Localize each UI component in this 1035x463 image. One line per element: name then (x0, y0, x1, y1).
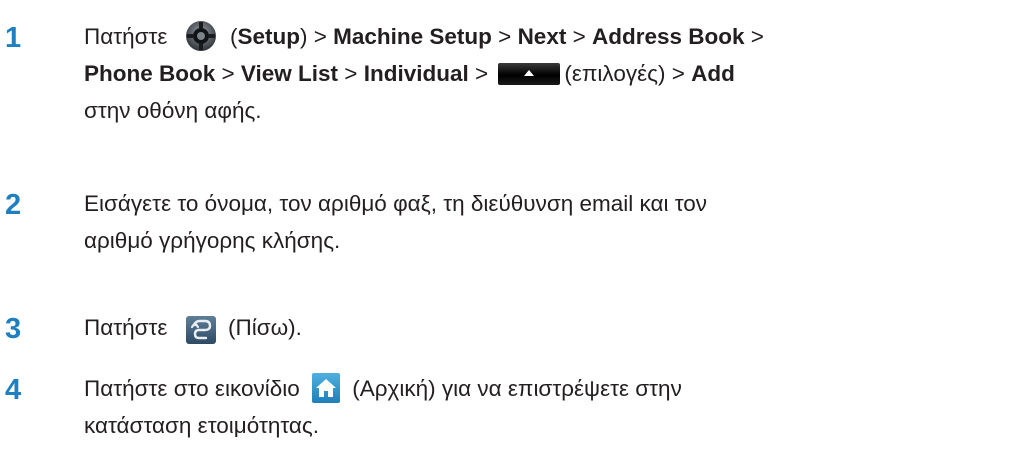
step-number: 3 (5, 313, 22, 345)
text-span: > (215, 61, 241, 87)
text-span: > (338, 61, 364, 87)
text-span: > (468, 61, 495, 87)
step-text: Πατήστε (Πίσω). (84, 309, 1029, 346)
text-span: > (491, 24, 518, 49)
text-span: Πατήστε (84, 24, 174, 49)
bold-term: Setup (237, 24, 300, 49)
text-span: (Αρχική) για να επιστρέψετε στην (346, 376, 682, 401)
step-number: 4 (5, 374, 22, 406)
text-span: > (566, 24, 592, 49)
step-text: Πατήστε (Setup) > Machine Setup > Next >… (84, 18, 1029, 129)
step-text: Εισάγετε το όνομα, τον αριθμό φαξ, τη δι… (84, 185, 1029, 259)
instructions-page: 1 Πατήστε (Setup) > Machine Setup > Next… (0, 0, 1035, 463)
step-text: Πατήστε στο εικονίδιο (Αρχική) για να επ… (84, 370, 1029, 444)
bold-term: Address Book (592, 24, 745, 49)
bold-term: View List (240, 61, 339, 87)
bold-term: Individual (363, 61, 469, 87)
text-span: (Πίσω). (221, 315, 302, 340)
step-number: 1 (5, 22, 22, 54)
step-line: αριθμό γρήγορης κλήσης. (84, 228, 341, 253)
step-number: 2 (5, 189, 22, 221)
text-span: (επιλογές) > (564, 61, 692, 87)
bold-term: Phone Book (84, 61, 216, 87)
text-span: Πατήστε στο εικονίδιο (84, 376, 306, 401)
step-line: κατάσταση ετοιμότητας. (84, 413, 320, 438)
step-line: Εισάγετε το όνομα, τον αριθμό φαξ, τη δι… (84, 191, 708, 216)
text-span: ( (223, 24, 238, 49)
bold-term: Machine Setup (333, 24, 492, 49)
options-button-icon (498, 63, 561, 86)
step-line: Πατήστε στο εικονίδιο (Αρχική) για να επ… (84, 370, 1029, 407)
step-line: Πατήστε (Πίσω). (84, 309, 1029, 346)
bold-term: Next (517, 24, 567, 49)
step-line: στην οθόνη αφής. (84, 98, 262, 124)
setup-gear-icon (184, 19, 218, 53)
text-span: ) > (299, 24, 334, 49)
home-icon (312, 373, 340, 404)
step-line: Πατήστε (Setup) > Machine Setup > Next >… (84, 18, 1029, 55)
back-icon (185, 316, 216, 345)
text-span: Πατήστε (84, 315, 174, 340)
step-line: Phone Book > View List > Individual > (ε… (84, 55, 1029, 92)
text-span: > (744, 24, 764, 49)
bold-term: Add (691, 61, 735, 87)
